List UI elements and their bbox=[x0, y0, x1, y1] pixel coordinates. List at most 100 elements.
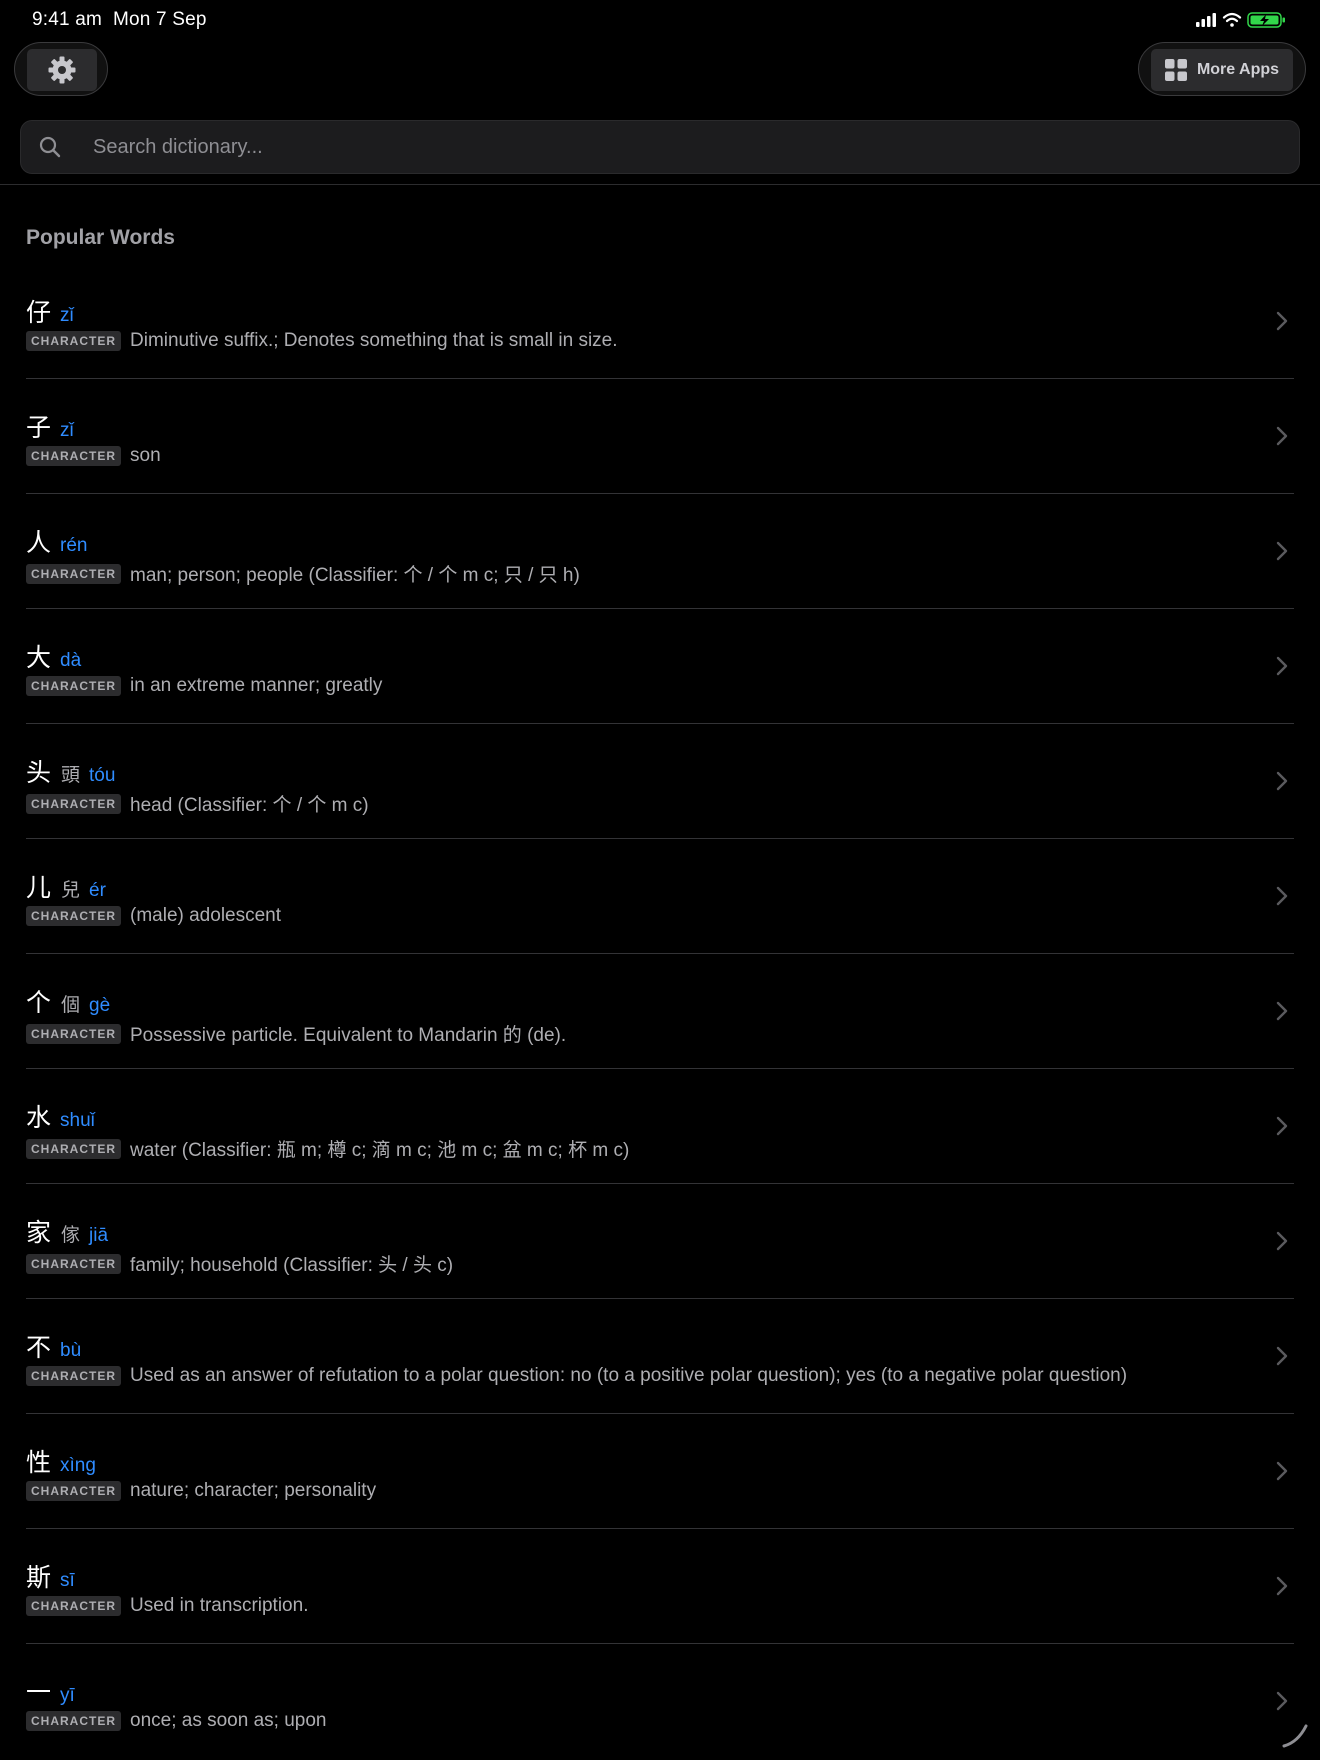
chevron-right-icon bbox=[1276, 771, 1288, 791]
word-row[interactable]: 子 zǐ CHARACTER son bbox=[26, 379, 1294, 494]
word-hanzi: 水 bbox=[26, 1103, 52, 1132]
chevron-right-icon bbox=[1276, 1001, 1288, 1021]
more-apps-button[interactable]: More Apps bbox=[1138, 42, 1306, 96]
word-pinyin: zǐ bbox=[60, 420, 74, 441]
word-pinyin: yī bbox=[60, 1685, 75, 1706]
word-row[interactable]: 个個 gè CHARACTER Possessive particle. Equiva… bbox=[26, 954, 1294, 1069]
word-definition: man; person; people (Classifier: 个 / 个 m… bbox=[130, 565, 580, 586]
word-heading: 个個 gè bbox=[26, 983, 110, 1019]
word-type-badge: CHARACTER bbox=[26, 563, 121, 584]
word-pinyin: xìng bbox=[60, 1455, 96, 1476]
word-traditional: 兒 bbox=[61, 879, 81, 901]
scroll-indicator bbox=[1282, 1724, 1308, 1748]
word-hanzi: 头 bbox=[26, 758, 52, 787]
word-row[interactable]: 仔 zǐ CHARACTER Diminutive suffix.; Denotes … bbox=[26, 264, 1294, 379]
word-heading: 家傢 jiā bbox=[26, 1213, 108, 1249]
chevron-right-icon bbox=[1276, 656, 1288, 676]
grid-icon bbox=[1164, 59, 1187, 81]
word-traditional: 個 bbox=[61, 994, 81, 1016]
word-pinyin: jiā bbox=[89, 1225, 109, 1246]
word-hanzi: 人 bbox=[26, 528, 52, 557]
word-row[interactable]: 人 rén CHARACTER man; person; people (Classi… bbox=[26, 494, 1294, 609]
section-title: Popular Words bbox=[26, 226, 175, 249]
word-row[interactable]: 性 xìng CHARACTER nature; character; persona… bbox=[26, 1414, 1294, 1529]
chevron-right-icon bbox=[1276, 1231, 1288, 1251]
word-pinyin: bù bbox=[60, 1340, 82, 1361]
word-hanzi: 家 bbox=[26, 1218, 52, 1247]
status-bar: 9:41 am Mon 7 Sep bbox=[0, 0, 1320, 40]
word-type-badge: CHARACTER bbox=[26, 1138, 121, 1159]
word-heading: 儿兒 ér bbox=[26, 868, 106, 904]
status-time: 9:41 am Mon 7 Sep bbox=[32, 9, 207, 30]
wifi-icon bbox=[1222, 12, 1242, 27]
word-body: CHARACTER once; as soon as; upon bbox=[26, 1710, 326, 1732]
word-body: CHARACTER man; person; people (Classifier… bbox=[26, 560, 580, 587]
word-heading: 头頭 tóu bbox=[26, 753, 115, 789]
word-hanzi: 仔 bbox=[26, 298, 52, 327]
word-body: CHARACTER head (Classifier: 个 / 个 m c) bbox=[26, 790, 369, 817]
word-body: CHARACTER Used as an answer of refutation… bbox=[26, 1365, 1127, 1387]
word-body: CHARACTER Possessive particle. Equivalent… bbox=[26, 1020, 566, 1047]
word-pinyin: tóu bbox=[89, 765, 116, 786]
word-traditional: 頭 bbox=[61, 764, 81, 786]
word-row[interactable]: 水 shuǐ CHARACTER water (Classifier: 瓶 m; 樽 … bbox=[26, 1069, 1294, 1184]
word-pinyin: gè bbox=[89, 995, 111, 1016]
chevron-right-icon bbox=[1276, 311, 1288, 331]
word-type-badge: CHARACTER bbox=[26, 1711, 121, 1731]
word-type-badge: CHARACTER bbox=[26, 676, 121, 696]
word-body: CHARACTER water (Classifier: 瓶 m; 樽 c; 滴 … bbox=[26, 1135, 629, 1162]
word-hanzi: 大 bbox=[26, 643, 52, 672]
word-row[interactable]: 头頭 tóu CHARACTER head (Classifier: 个 / 个 m … bbox=[26, 724, 1294, 839]
cellular-signal-icon bbox=[1196, 13, 1216, 27]
header-divider bbox=[0, 184, 1320, 185]
word-list: 仔 zǐ CHARACTER Diminutive suffix.; Denotes … bbox=[26, 264, 1294, 1759]
chevron-right-icon bbox=[1276, 1576, 1288, 1596]
word-heading: 人 rén bbox=[26, 523, 87, 559]
chevron-right-icon bbox=[1276, 886, 1288, 906]
word-row[interactable]: 大 dà CHARACTER in an extreme manner; greatl… bbox=[26, 609, 1294, 724]
word-hanzi: 个 bbox=[26, 988, 52, 1017]
settings-button-inner[interactable] bbox=[27, 49, 97, 91]
word-pinyin: shuǐ bbox=[60, 1110, 95, 1131]
word-body: CHARACTER Used in transcription. bbox=[26, 1595, 308, 1617]
word-body: CHARACTER in an extreme manner; greatly bbox=[26, 675, 382, 697]
word-row[interactable]: 儿兒 ér CHARACTER (male) adolescent bbox=[26, 839, 1294, 954]
word-body: CHARACTER (male) adolescent bbox=[26, 905, 281, 927]
word-type-badge: CHARACTER bbox=[26, 1366, 121, 1386]
word-type-badge: CHARACTER bbox=[26, 331, 121, 351]
chevron-right-icon bbox=[1276, 1461, 1288, 1481]
word-definition: nature; character; personality bbox=[130, 1480, 377, 1501]
word-hanzi: 子 bbox=[26, 413, 52, 442]
word-row[interactable]: 不 bù CHARACTER Used as an answer of refutat… bbox=[26, 1299, 1294, 1414]
word-row[interactable]: 一 yī CHARACTER once; as soon as; upon bbox=[26, 1644, 1294, 1759]
chevron-right-icon bbox=[1276, 426, 1288, 446]
chevron-right-icon bbox=[1276, 1346, 1288, 1366]
word-heading: 大 dà bbox=[26, 638, 81, 674]
word-row[interactable]: 家傢 jiā CHARACTER family; household (Classif… bbox=[26, 1184, 1294, 1299]
search-icon bbox=[39, 136, 61, 158]
word-definition: Possessive particle. Equivalent to Manda… bbox=[130, 1025, 567, 1046]
word-heading: 性 xìng bbox=[26, 1443, 96, 1479]
word-definition: head (Classifier: 个 / 个 m c) bbox=[130, 795, 369, 816]
chevron-right-icon bbox=[1276, 1116, 1288, 1136]
word-heading: 水 shuǐ bbox=[26, 1098, 95, 1134]
word-definition: son bbox=[130, 445, 161, 466]
search-input[interactable] bbox=[73, 121, 1273, 173]
word-definition: once; as soon as; upon bbox=[130, 1710, 327, 1731]
chevron-right-icon bbox=[1276, 541, 1288, 561]
settings-button[interactable] bbox=[14, 42, 108, 96]
word-hanzi: 一 bbox=[26, 1678, 52, 1707]
search-bar[interactable] bbox=[20, 120, 1300, 174]
word-definition: Used in transcription. bbox=[130, 1595, 309, 1616]
word-pinyin: rén bbox=[60, 535, 88, 556]
word-body: CHARACTER Diminutive suffix.; Denotes som… bbox=[26, 330, 618, 352]
word-definition: water (Classifier: 瓶 m; 樽 c; 滴 m c; 池 m … bbox=[130, 1140, 630, 1161]
word-hanzi: 斯 bbox=[26, 1563, 52, 1592]
word-traditional: 傢 bbox=[61, 1224, 81, 1246]
word-row[interactable]: 斯 sī CHARACTER Used in transcription. bbox=[26, 1529, 1294, 1644]
word-heading: 斯 sī bbox=[26, 1558, 75, 1594]
word-heading: 子 zǐ bbox=[26, 408, 74, 444]
word-definition: Used as an answer of refutation to a pol… bbox=[130, 1365, 1128, 1386]
more-apps-button-inner[interactable]: More Apps bbox=[1151, 49, 1293, 91]
word-body: CHARACTER son bbox=[26, 445, 161, 467]
